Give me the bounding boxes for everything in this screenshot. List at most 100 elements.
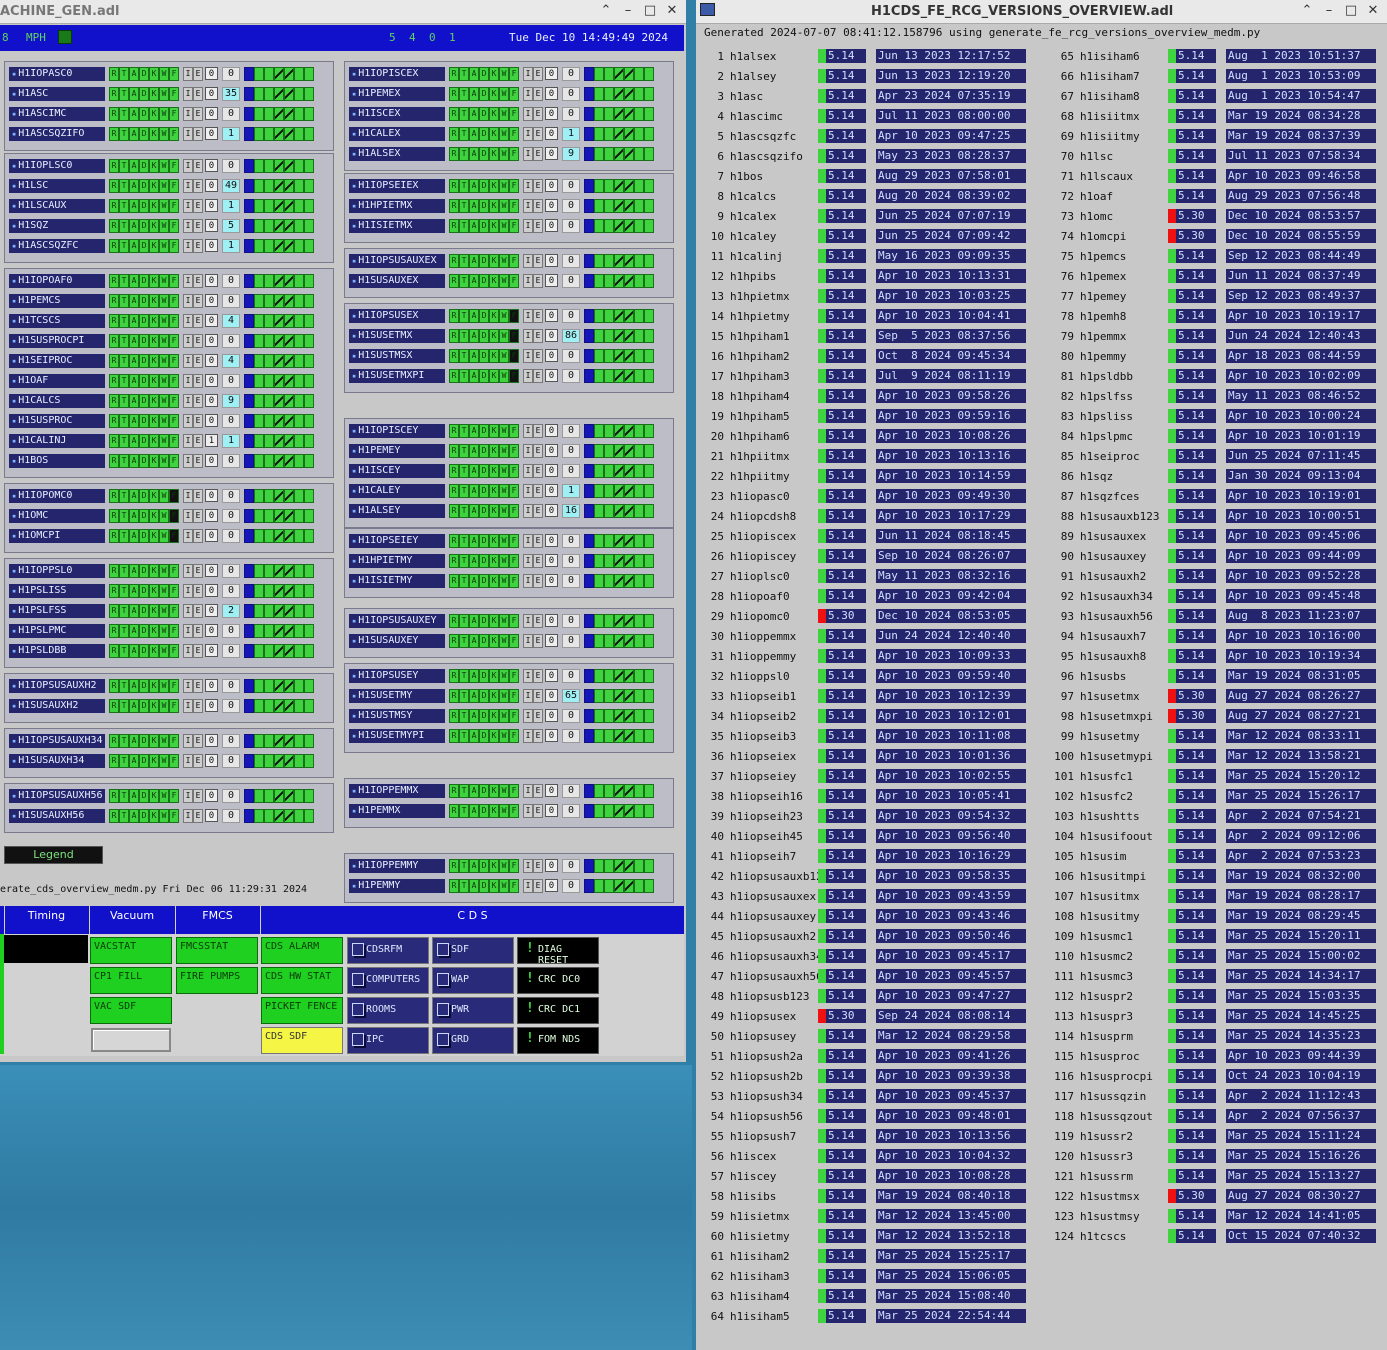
model-name[interactable]: H1HPIETMY [349,554,445,568]
model-row[interactable]: H1ISIETMYRTADKWFIE00 [349,574,654,588]
model-name[interactable]: H1CALINJ [9,434,105,448]
model-row[interactable]: H1PSLPMCRTADKWFIE00 [9,624,314,638]
model-row[interactable]: H1CALEYRTADKWFIE01 [349,484,654,498]
model-row[interactable]: H1SUSAUXEYRTADKWFIE00 [349,634,654,648]
model-name[interactable]: H1PEMCS [9,294,105,308]
model-row[interactable]: H1ALSEYRTADKWFIE016 [349,504,654,518]
model-row[interactable]: H1ALSEXRTADKWFIE09 [349,147,654,161]
model-row[interactable]: H1IOPSUSAUXEXRTADKWFIE00 [349,254,654,268]
model-row[interactable]: H1OAFRTADKWFIE00 [9,374,314,388]
model-row[interactable]: H1IOPSUSAUXH34RTADKWFIE00 [9,734,314,748]
model-row[interactable]: H1SUSETMXPIRTADKWFIE00 [349,369,654,383]
model-row[interactable]: H1SUSPROCRTADKWFIE00 [9,414,314,428]
model-name[interactable]: H1PSLFSS [9,604,105,618]
pwr-button[interactable]: PWR [432,997,514,1024]
sdf-button[interactable]: SDF [432,937,514,964]
close-icon[interactable]: ✕ [664,3,680,18]
maximize-icon[interactable]: □ [642,3,658,18]
model-name[interactable]: H1SUSPROC [9,414,105,428]
model-row[interactable]: H1IOPOMC0RTADKWFIE00 [9,489,314,503]
model-name[interactable]: H1IOPISCEX [349,67,445,81]
model-row[interactable]: H1IOPSUSAUXH56RTADKWFIE00 [9,789,314,803]
model-row[interactable]: H1SUSTMSYRTADKWFIE00 [349,709,654,723]
model-row[interactable]: H1ASCSQZFCRTADKWFIE01 [9,239,314,253]
model-row[interactable]: H1HPIETMYRTADKWFIE00 [349,554,654,568]
model-name[interactable]: H1OMCPI [9,529,105,543]
model-name[interactable]: H1IOPPSL0 [9,564,105,578]
model-name[interactable]: H1IOPSUSAUXH2 [9,679,105,693]
model-row[interactable]: H1IOPSEIEYRTADKWFIE00 [349,534,654,548]
right-titlebar[interactable]: H1CDS_FE_RCG_VERSIONS_OVERVIEW.adl ⌃ – □… [696,0,1387,24]
model-name[interactable]: H1SQZ [9,219,105,233]
model-name[interactable]: H1IOPSUSEX [349,309,445,323]
cds-sdf-button[interactable]: CDS SDF [261,1027,343,1054]
model-row[interactable]: H1IOPASC0RTADKWFIE00 [9,67,314,81]
wap-button[interactable]: WAP [432,967,514,994]
model-row[interactable]: H1PEMEYRTADKWFIE00 [349,444,654,458]
model-name[interactable]: H1SUSAUXH2 [9,699,105,713]
model-name[interactable]: H1IOPSUSAUXEX [349,254,445,268]
model-name[interactable]: H1ISIETMX [349,219,445,233]
model-row[interactable]: H1IOPSUSAUXEYRTADKWFIE00 [349,614,654,628]
model-name[interactable]: H1SUSETMY [349,689,445,703]
model-row[interactable]: H1IOPSUSAUXH2RTADKWFIE00 [9,679,314,693]
vacuum-blank-button[interactable] [91,1028,171,1052]
fom-nds-button[interactable]: FOM NDS [517,1027,599,1054]
model-name[interactable]: H1IOPASC0 [9,67,105,81]
chevron-up-icon[interactable]: ⌃ [598,3,614,18]
cds-hw-stat-button[interactable]: CDS HW STAT [261,967,343,994]
model-row[interactable]: H1IOPLSC0RTADKWFIE00 [9,159,314,173]
model-row[interactable]: H1ISIETMXRTADKWFIE00 [349,219,654,233]
model-name[interactable]: H1ALSEX [349,147,445,161]
model-name[interactable]: H1IOPSUSAUXEY [349,614,445,628]
model-row[interactable]: H1IOPPEMMYRTADKWFIE00 [349,859,654,873]
model-row[interactable]: H1ASCRTADKWFIE035 [9,87,314,101]
model-name[interactable]: H1LSC [9,179,105,193]
model-name[interactable]: H1PSLDBB [9,644,105,658]
minimize-icon[interactable]: – [1321,3,1337,18]
model-row[interactable]: H1CALEXRTADKWFIE01 [349,127,654,141]
model-row[interactable]: H1ASCIMCRTADKWFIE00 [9,107,314,121]
model-row[interactable]: H1PEMMXRTADKWFIE00 [349,804,654,818]
maximize-icon[interactable]: □ [1343,3,1359,18]
model-row[interactable]: H1SUSAUXEXRTADKWFIE00 [349,274,654,288]
model-name[interactable]: H1IOPLSC0 [9,159,105,173]
model-name[interactable]: H1SUSETMYPI [349,729,445,743]
model-row[interactable]: H1PSLFSSRTADKWFIE02 [9,604,314,618]
model-name[interactable]: H1LSCAUX [9,199,105,213]
model-name[interactable]: H1CALEY [349,484,445,498]
model-name[interactable]: H1SUSAUXH34 [9,754,105,768]
model-row[interactable]: H1ASCSQZIFORTADKWFIE01 [9,127,314,141]
minimize-icon[interactable]: – [620,3,636,18]
rooms-button[interactable]: ROOMS [347,997,429,1024]
model-row[interactable]: H1PEMCSRTADKWFIE00 [9,294,314,308]
model-name[interactable]: H1IOPSUSAUXH34 [9,734,105,748]
model-name[interactable]: H1IOPSEIEX [349,179,445,193]
model-name[interactable]: H1HPIETMX [349,199,445,213]
model-row[interactable]: H1ISCEYRTADKWFIE00 [349,464,654,478]
model-row[interactable]: H1IOPISCEXRTADKWFIE00 [349,67,654,81]
ipc-button[interactable]: IPC [347,1027,429,1054]
model-row[interactable]: H1IOPOAF0RTADKWFIE00 [9,274,314,288]
model-row[interactable]: H1IOPPEMMXRTADKWFIE00 [349,784,654,798]
model-name[interactable]: H1IOPPEMMY [349,859,445,873]
model-name[interactable]: H1IOPOMC0 [9,489,105,503]
model-name[interactable]: H1SUSAUXEX [349,274,445,288]
model-row[interactable]: H1SUSAUXH2RTADKWFIE00 [9,699,314,713]
model-row[interactable]: H1SUSETMYPIRTADKWFIE00 [349,729,654,743]
model-row[interactable]: H1HPIETMXRTADKWFIE00 [349,199,654,213]
model-name[interactable]: H1SUSPROCPI [9,334,105,348]
vacstat-button[interactable]: VACSTAT [90,937,172,964]
computers-button[interactable]: COMPUTERS [347,967,429,994]
model-row[interactable]: H1SUSETMXRTADKWFIE086 [349,329,654,343]
model-name[interactable]: H1SUSETMXPI [349,369,445,383]
model-name[interactable]: H1CALEX [349,127,445,141]
model-name[interactable]: H1SUSTMSY [349,709,445,723]
model-name[interactable]: H1IOPSUSAUXH56 [9,789,105,803]
model-row[interactable]: H1SUSETMYRTADKWFIE065 [349,689,654,703]
model-name[interactable]: H1IOPPEMMX [349,784,445,798]
grd-button[interactable]: GRD [432,1027,514,1054]
model-name[interactable]: H1ISCEX [349,107,445,121]
model-row[interactable]: H1IOPISCEYRTADKWFIE00 [349,424,654,438]
model-name[interactable]: H1PEMEY [349,444,445,458]
